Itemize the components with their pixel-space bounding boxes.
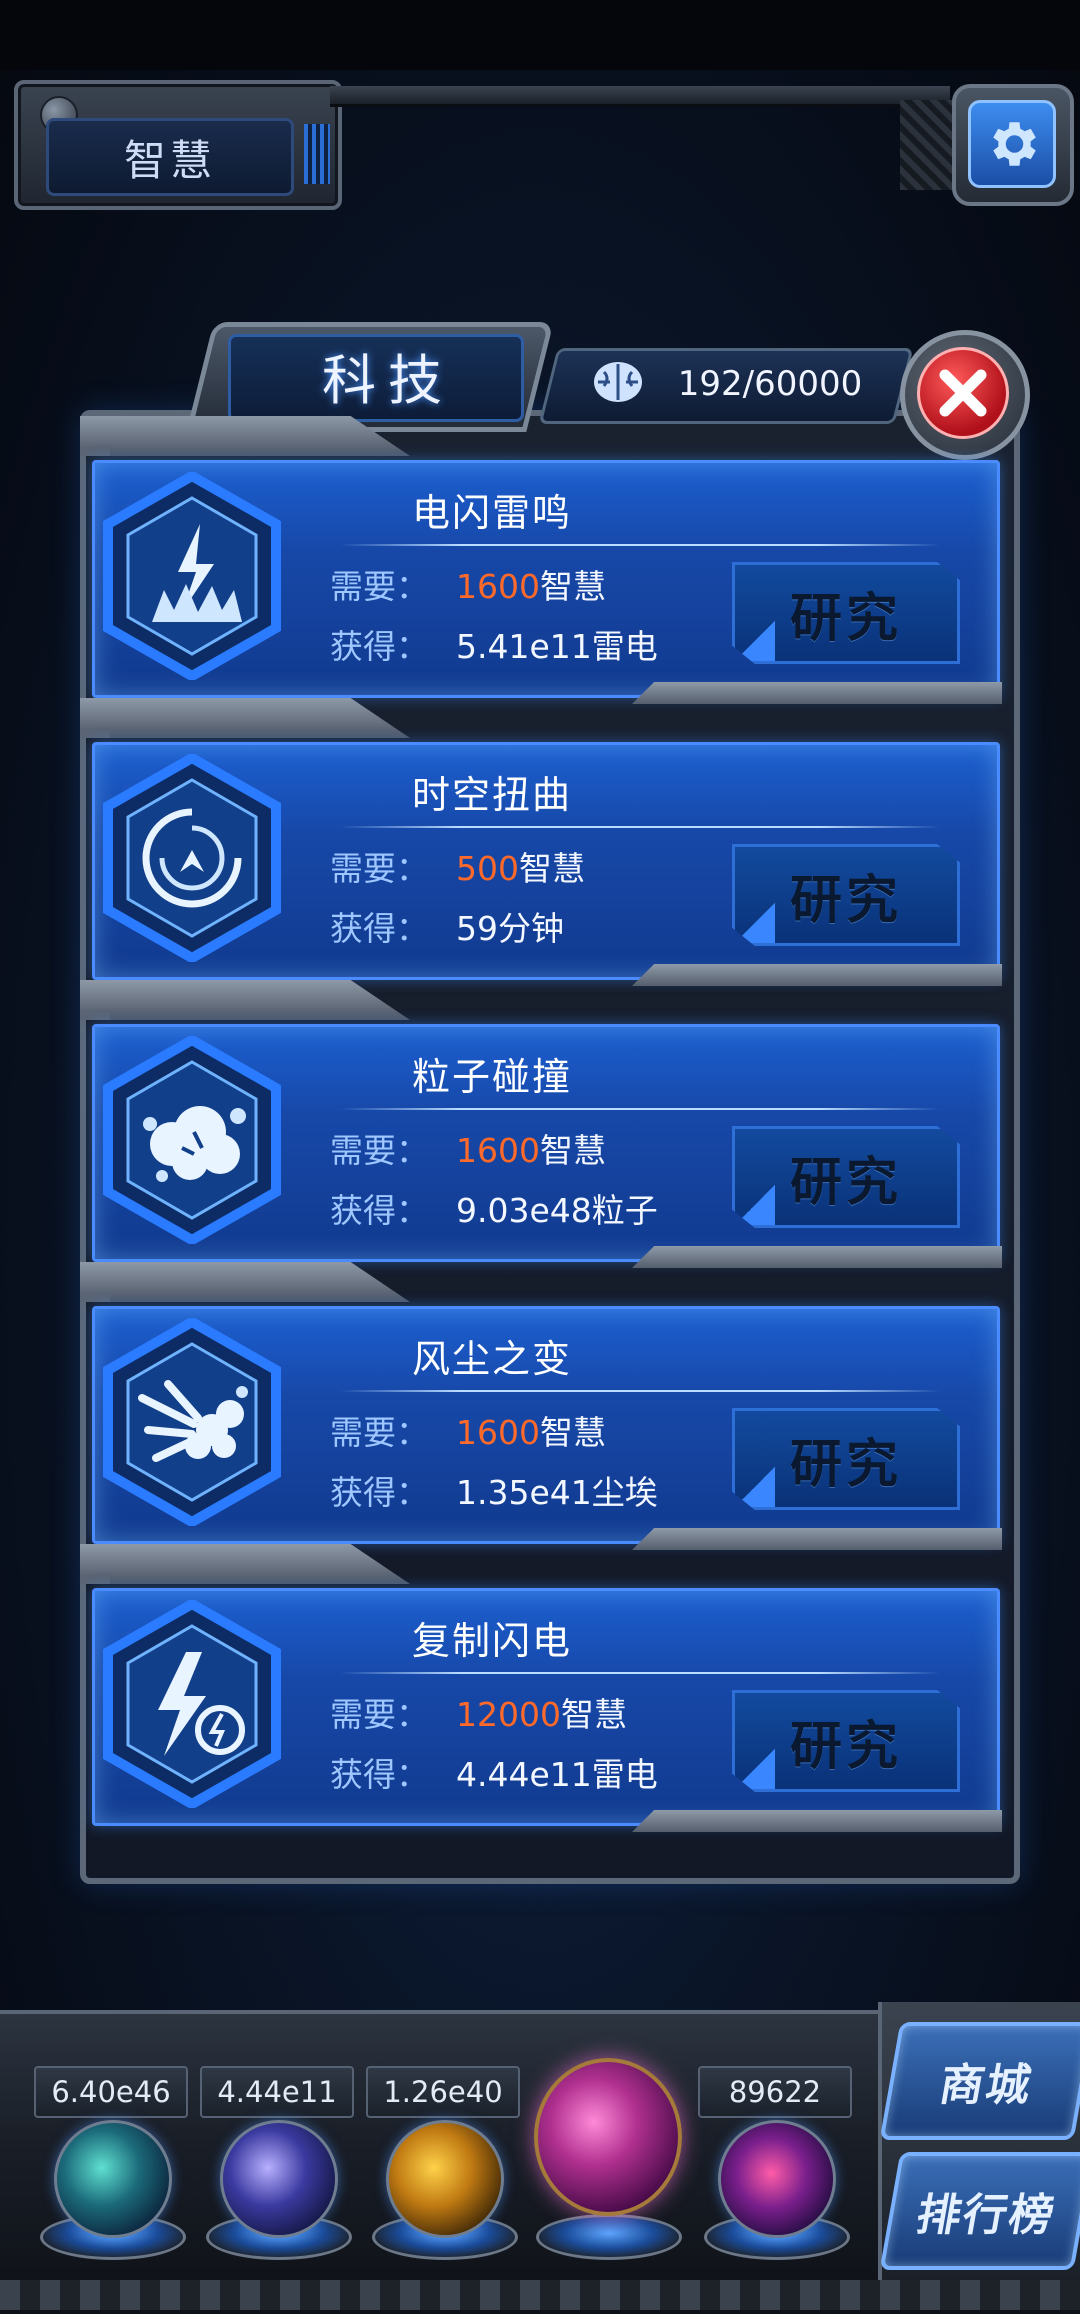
requirement-row: 需要： 500智慧 bbox=[330, 842, 585, 888]
research-button[interactable]: 研究 bbox=[732, 1690, 960, 1792]
gear-icon bbox=[993, 122, 1036, 166]
research-button[interactable]: 研究 bbox=[732, 844, 960, 946]
resource-count-dust: 1.26e40 bbox=[366, 2066, 520, 2118]
vent-decoration bbox=[304, 124, 330, 184]
gain-value: 1.35e41尘埃 bbox=[456, 1473, 658, 1512]
tech-card-particle-collision: 粒子碰撞 需要： 1600智慧 获得： 9.03e48粒子 研究 bbox=[80, 980, 1002, 1268]
particles-orb[interactable] bbox=[54, 2120, 172, 2238]
requirement-row: 需要： 12000智慧 bbox=[330, 1688, 627, 1734]
requirement-label: 需要： bbox=[330, 1695, 429, 1734]
requirement-label: 需要： bbox=[330, 1413, 429, 1452]
requirement-row: 需要： 1600智慧 bbox=[330, 1406, 606, 1452]
resource-label: 智慧 bbox=[46, 118, 294, 196]
gain-label: 获得： bbox=[330, 1191, 429, 1230]
ranking-button[interactable]: 排行榜 bbox=[879, 2152, 1080, 2270]
gain-row: 获得： 9.03e48粒子 bbox=[330, 1184, 658, 1230]
wisdom-orb-selected[interactable] bbox=[534, 2058, 682, 2216]
copy-lightning-icon bbox=[103, 1600, 281, 1808]
gain-label: 获得： bbox=[330, 627, 429, 666]
requirement-row: 需要： 1600智慧 bbox=[330, 1124, 606, 1170]
resource-count-particles: 6.40e46 bbox=[34, 2066, 188, 2118]
gain-label: 获得： bbox=[330, 1473, 429, 1512]
gain-value: 5.41e11雷电 bbox=[456, 627, 658, 666]
divider bbox=[340, 1108, 940, 1110]
resource-count-lightning: 4.44e11 bbox=[200, 2066, 354, 2118]
card-rail-decoration bbox=[632, 1246, 1002, 1268]
dock-stripe-decoration bbox=[0, 2280, 1080, 2310]
tech-card-dust-storm: 风尘之变 需要： 1600智慧 获得： 1.35e41尘埃 研究 bbox=[80, 1262, 1002, 1550]
cost-unit: 智慧 bbox=[539, 567, 606, 606]
settings-button[interactable] bbox=[952, 84, 1074, 206]
cost-unit: 智慧 bbox=[539, 1413, 606, 1452]
lightning-orb[interactable] bbox=[220, 2120, 338, 2238]
top-rail-decoration bbox=[330, 86, 950, 107]
orb-pedestal bbox=[536, 2214, 682, 2260]
tech-card-lightning: 电闪雷鸣 需要： 1600智慧 获得： 5.41e11雷电 研究 bbox=[80, 416, 1002, 704]
tech-card-time-warp: 时空扭曲 需要： 500智慧 获得： 59分钟 研究 bbox=[80, 698, 1002, 986]
gain-row: 获得： 1.35e41尘埃 bbox=[330, 1466, 658, 1512]
close-button[interactable] bbox=[900, 330, 1030, 460]
cost-value: 1600 bbox=[456, 1131, 540, 1170]
research-button[interactable]: 研究 bbox=[732, 1126, 960, 1228]
dust-storm-icon bbox=[103, 1318, 281, 1526]
particle-collision-icon bbox=[103, 1036, 281, 1244]
wisdom-counter: 192/60000 bbox=[677, 364, 863, 404]
gain-label: 获得： bbox=[330, 909, 429, 948]
gain-row: 获得： 59分钟 bbox=[330, 902, 564, 948]
cost-value: 1600 bbox=[456, 567, 540, 606]
gain-row: 获得： 4.44e11雷电 bbox=[330, 1748, 658, 1794]
panel-title: 科技 bbox=[322, 348, 454, 412]
tech-name: 粒子碰撞 bbox=[411, 1055, 572, 1099]
tech-card-copy-lightning: 复制闪电 需要： 12000智慧 获得： 4.44e11雷电 研究 bbox=[80, 1544, 1002, 1832]
card-rail-decoration bbox=[632, 1528, 1002, 1550]
energy-orb[interactable] bbox=[718, 2120, 836, 2238]
cost-unit: 智慧 bbox=[539, 1131, 606, 1170]
card-rail-decoration bbox=[632, 964, 1002, 986]
brain-icon bbox=[594, 362, 642, 402]
divider bbox=[340, 826, 940, 828]
cost-unit: 智慧 bbox=[560, 1695, 627, 1734]
cost-value: 500 bbox=[456, 849, 519, 888]
divider bbox=[340, 544, 940, 546]
resource-plate: 智慧 bbox=[14, 80, 342, 210]
divider bbox=[340, 1672, 940, 1674]
requirement-label: 需要： bbox=[330, 1131, 429, 1170]
research-button[interactable]: 研究 bbox=[732, 562, 960, 664]
card-rail-decoration bbox=[632, 682, 1002, 704]
cost-value: 12000 bbox=[456, 1695, 561, 1734]
gain-row: 获得： 5.41e11雷电 bbox=[330, 620, 658, 666]
divider bbox=[340, 1390, 940, 1392]
shop-button[interactable]: 商城 bbox=[879, 2022, 1080, 2140]
status-bar-area bbox=[0, 0, 1080, 70]
tech-name: 电闪雷鸣 bbox=[411, 491, 572, 535]
gain-value: 9.03e48粒子 bbox=[456, 1191, 658, 1230]
requirement-label: 需要： bbox=[330, 567, 429, 606]
close-icon bbox=[939, 369, 987, 417]
gain-value: 59分钟 bbox=[456, 909, 564, 948]
gain-label: 获得： bbox=[330, 1755, 429, 1794]
requirement-label: 需要： bbox=[330, 849, 429, 888]
resource-count-energy: 89622 bbox=[698, 2066, 852, 2118]
tech-name: 时空扭曲 bbox=[411, 773, 572, 817]
gain-value: 4.44e11雷电 bbox=[456, 1755, 658, 1794]
card-rail-decoration bbox=[632, 1810, 1002, 1832]
tech-name: 复制闪电 bbox=[411, 1619, 572, 1663]
tech-name: 风尘之变 bbox=[411, 1337, 572, 1381]
research-button[interactable]: 研究 bbox=[732, 1408, 960, 1510]
requirement-row: 需要： 1600智慧 bbox=[330, 560, 606, 606]
cost-value: 1600 bbox=[456, 1413, 540, 1452]
vortex-icon bbox=[103, 754, 281, 962]
top-rail-grill bbox=[900, 100, 960, 190]
dust-orb[interactable] bbox=[386, 2120, 504, 2238]
cost-unit: 智慧 bbox=[519, 849, 585, 888]
lightning-burst-icon bbox=[103, 472, 281, 680]
